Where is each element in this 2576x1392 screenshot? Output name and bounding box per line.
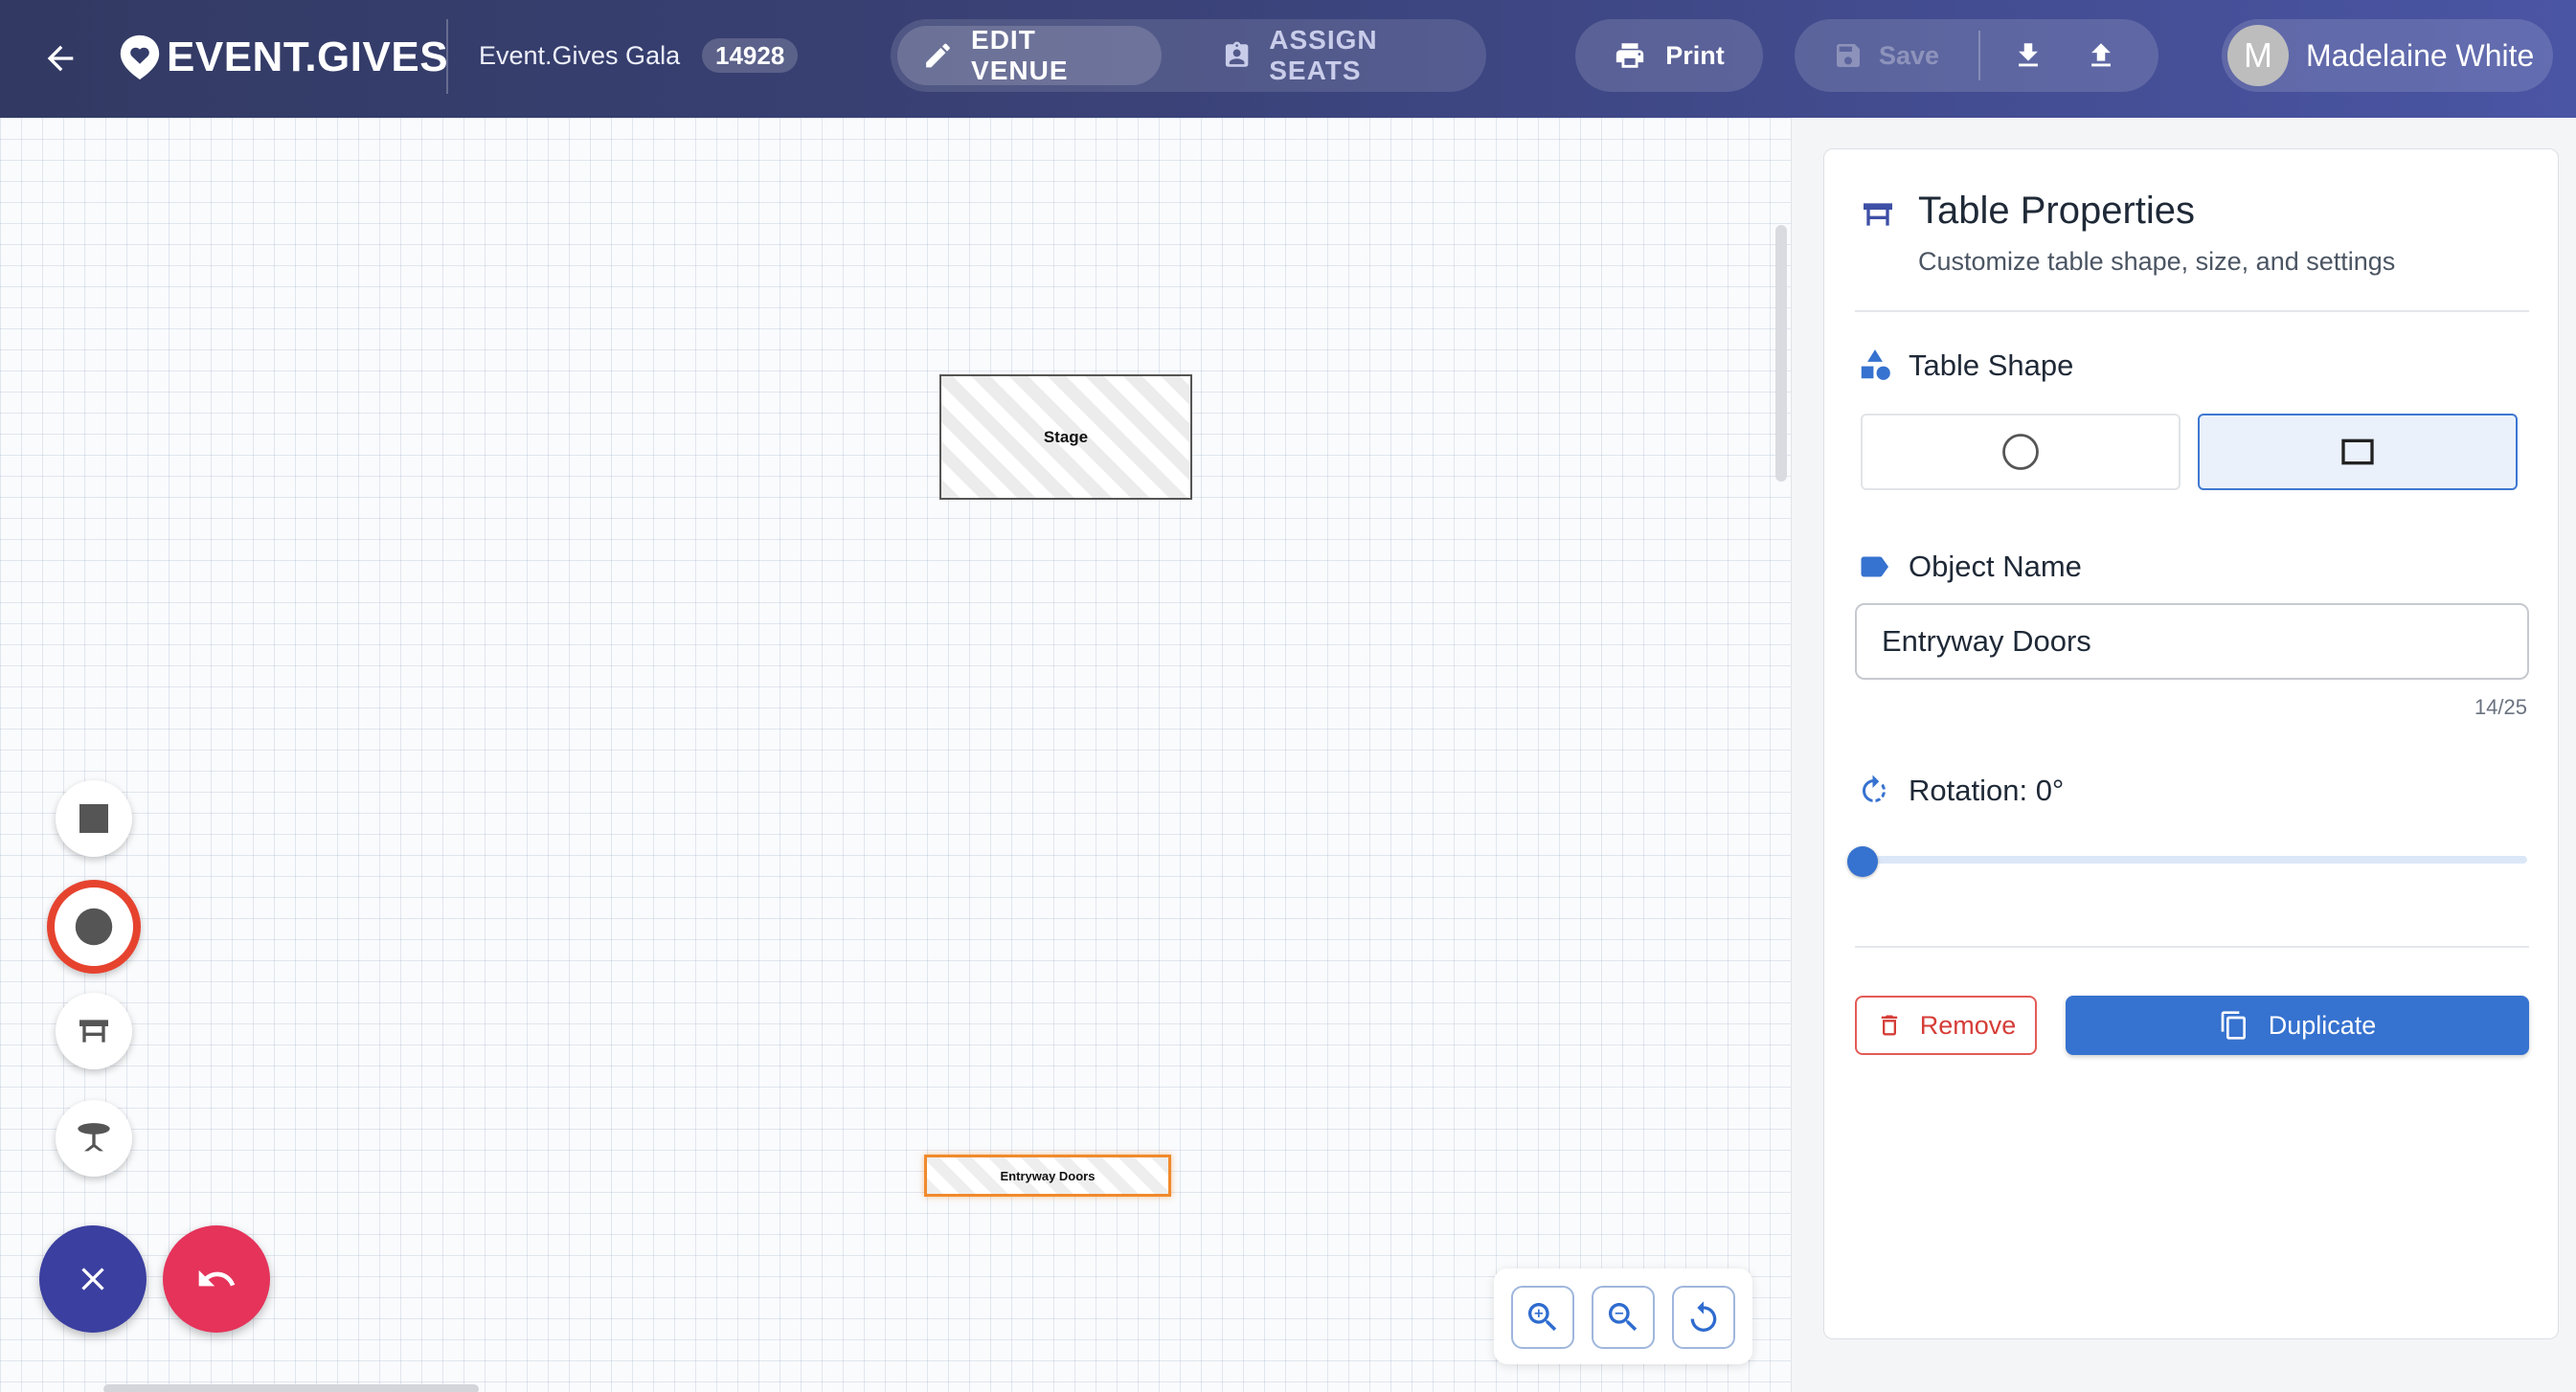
entryway-doors-label: Entryway Doors xyxy=(1000,1168,1096,1183)
user-name: Madelaine White xyxy=(2306,37,2535,73)
label-tag-icon xyxy=(1861,556,1888,577)
zoom-in-button[interactable] xyxy=(1511,1286,1574,1349)
print-button[interactable]: Print xyxy=(1575,19,1763,92)
object-name-input[interactable] xyxy=(1855,603,2529,680)
trash-icon xyxy=(1881,1015,1897,1036)
shape-option-circle[interactable] xyxy=(1861,414,2181,490)
venue-object-entryway-doors[interactable]: Entryway Doors xyxy=(924,1155,1171,1197)
reset-view-icon xyxy=(1690,1301,1717,1332)
table-shape-label: Table Shape xyxy=(1909,348,2074,382)
download-button[interactable] xyxy=(2005,33,2051,79)
panel-title: Table Properties xyxy=(1918,190,2196,232)
round-table-icon xyxy=(78,1123,110,1152)
rotation-slider-track[interactable] xyxy=(1861,856,2527,864)
reset-view-button[interactable] xyxy=(1672,1286,1735,1349)
save-button[interactable]: Save xyxy=(1833,19,1939,92)
rect-table-icon xyxy=(79,1020,108,1043)
pencil-icon xyxy=(926,43,950,68)
canvas-horizontal-scrollbar[interactable] xyxy=(103,1384,479,1392)
badge-icon xyxy=(1225,41,1249,67)
remove-label: Remove xyxy=(1919,1010,2017,1040)
floppy-disk-icon xyxy=(1837,44,1860,67)
zoom-out-button[interactable] xyxy=(1592,1286,1655,1349)
shape-option-square[interactable] xyxy=(2198,414,2518,490)
add-circle-tool[interactable] xyxy=(47,880,141,974)
event-name: Event.Gives Gala xyxy=(479,41,681,70)
table-icon xyxy=(1864,203,1892,226)
arrow-left-icon xyxy=(47,45,74,72)
duplicate-button[interactable]: Duplicate xyxy=(2066,996,2529,1055)
mode-toggle-group: EDIT VENUE ASSIGN SEATS xyxy=(891,19,1486,92)
venue-canvas[interactable]: Stage Entryway Doors xyxy=(0,118,1791,1392)
user-menu[interactable]: M Madelaine White xyxy=(2222,19,2553,92)
venue-object-stage[interactable]: Stage xyxy=(939,374,1192,500)
copy-icon xyxy=(2221,1011,2246,1040)
square-tool-icon xyxy=(79,804,108,833)
save-label: Save xyxy=(1879,40,1940,70)
panel-divider-actions xyxy=(1855,946,2529,948)
close-tools-button[interactable] xyxy=(39,1225,147,1333)
rotate-icon xyxy=(1863,775,1886,802)
zoom-out-icon xyxy=(1609,1303,1638,1332)
logo-text: EVENT.GIVES xyxy=(167,34,449,80)
square-outline-icon xyxy=(2341,438,2374,465)
add-round-table-tool[interactable] xyxy=(56,1100,132,1177)
canvas-vertical-scrollbar[interactable] xyxy=(1775,225,1787,482)
remove-button[interactable]: Remove xyxy=(1855,996,2037,1055)
top-bar: EVENT.GIVES Event.Gives Gala 14928 EDIT … xyxy=(0,0,2576,118)
undo-button[interactable] xyxy=(163,1225,270,1333)
zoom-in-icon xyxy=(1528,1303,1557,1332)
back-button[interactable] xyxy=(33,31,88,86)
character-count: 14/25 xyxy=(2474,695,2527,719)
panel-subtitle: Customize table shape, size, and setting… xyxy=(1918,247,2396,276)
event-id-badge: 14928 xyxy=(702,38,799,73)
print-label: Print xyxy=(1665,40,1725,70)
header-divider xyxy=(446,19,448,94)
heart-location-icon xyxy=(120,34,160,80)
assign-seats-button[interactable]: ASSIGN SEATS xyxy=(1197,25,1486,85)
avatar: M xyxy=(2227,25,2289,86)
download-icon xyxy=(2019,43,2038,67)
edit-venue-label: EDIT VENUE xyxy=(971,25,1069,85)
zoom-controls xyxy=(1494,1269,1752,1364)
table-properties-panel: Table Properties Customize table shape, … xyxy=(1823,148,2559,1339)
assign-seats-label: ASSIGN SEATS xyxy=(1269,25,1378,85)
panel-divider xyxy=(1855,310,2529,312)
close-icon xyxy=(81,1268,104,1291)
undo-icon xyxy=(198,1269,236,1287)
shapes-icon xyxy=(1861,349,1890,380)
file-actions-group: Save xyxy=(1795,19,2158,92)
add-square-tool[interactable] xyxy=(56,780,132,857)
file-actions-divider xyxy=(1978,31,1980,80)
object-name-label: Object Name xyxy=(1909,550,2082,583)
app-logo[interactable]: EVENT.GIVES xyxy=(117,29,448,86)
printer-icon xyxy=(1616,43,1644,68)
upload-button[interactable] xyxy=(2078,33,2124,79)
add-rect-table-tool[interactable] xyxy=(56,993,132,1069)
stage-label: Stage xyxy=(1043,427,1089,446)
edit-venue-button[interactable]: EDIT VENUE xyxy=(897,25,1162,85)
rotation-label: Rotation: 0° xyxy=(1909,774,2065,807)
duplicate-label: Duplicate xyxy=(2268,1010,2377,1040)
circle-tool-icon xyxy=(75,908,113,946)
upload-icon xyxy=(2091,43,2111,67)
circle-outline-icon xyxy=(2002,434,2039,470)
rotation-slider-thumb[interactable] xyxy=(1847,846,1878,877)
